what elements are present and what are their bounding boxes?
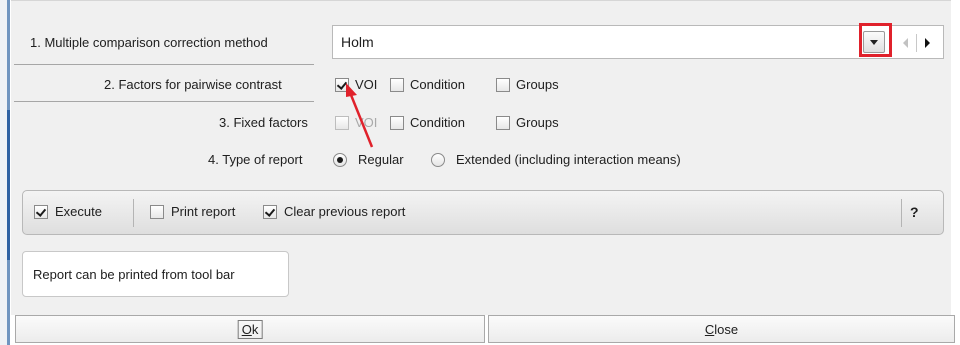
- factors-pairwise-label: 2. Factors for pairwise contrast: [104, 77, 282, 92]
- report-type-label: 4. Type of report: [208, 152, 303, 167]
- clear-previous-report-checkbox[interactable]: [263, 205, 277, 219]
- window-edge-accent-dark: [7, 110, 10, 260]
- row-separator: [14, 101, 314, 102]
- method-combobox[interactable]: Holm: [332, 25, 944, 59]
- fixed-groups-checkbox[interactable]: [496, 116, 510, 130]
- execute-label: Execute: [55, 204, 102, 219]
- print-report-label: Print report: [171, 204, 236, 219]
- fixed-groups-label: Groups: [516, 115, 559, 130]
- pairwise-condition-label: Condition: [410, 77, 465, 92]
- dropdown-highlight-annotation: [859, 23, 892, 57]
- fixed-condition-checkbox[interactable]: [390, 116, 404, 130]
- fixed-condition-label: Condition: [410, 115, 465, 130]
- clear-previous-report-label: Clear previous report: [284, 204, 406, 219]
- window-left-edge: [0, 0, 10, 345]
- pairwise-groups-checkbox[interactable]: [496, 78, 510, 92]
- previous-icon[interactable]: [901, 36, 911, 50]
- print-report-tooltip: Report can be printed from tool bar: [22, 251, 289, 297]
- nav-divider: [916, 34, 917, 52]
- help-button[interactable]: ?: [910, 204, 919, 220]
- ok-button-label: Ok: [237, 320, 263, 339]
- tooltip-text: Report can be printed from tool bar: [33, 267, 235, 282]
- toolbar-divider: [133, 199, 134, 227]
- fixed-factors-label: 3. Fixed factors: [219, 115, 308, 130]
- print-report-checkbox[interactable]: [150, 205, 164, 219]
- annotation-arrow-icon: [346, 83, 374, 148]
- method-value: Holm: [341, 34, 374, 50]
- pairwise-condition-checkbox[interactable]: [390, 78, 404, 92]
- report-extended-label: Extended (including interaction means): [456, 152, 681, 167]
- execute-checkbox[interactable]: [34, 205, 48, 219]
- row-separator: [14, 64, 314, 65]
- report-extended-radio[interactable]: [431, 153, 445, 167]
- pairwise-groups-label: Groups: [516, 77, 559, 92]
- method-label: 1. Multiple comparison correction method: [30, 35, 268, 50]
- toolbar-divider: [901, 199, 902, 227]
- close-button[interactable]: Close: [488, 315, 955, 343]
- report-regular-label: Regular: [358, 152, 404, 167]
- report-regular-radio[interactable]: [333, 153, 347, 167]
- ok-button[interactable]: Ok: [15, 315, 485, 343]
- close-button-label: Close: [704, 322, 739, 337]
- next-icon[interactable]: [923, 36, 933, 50]
